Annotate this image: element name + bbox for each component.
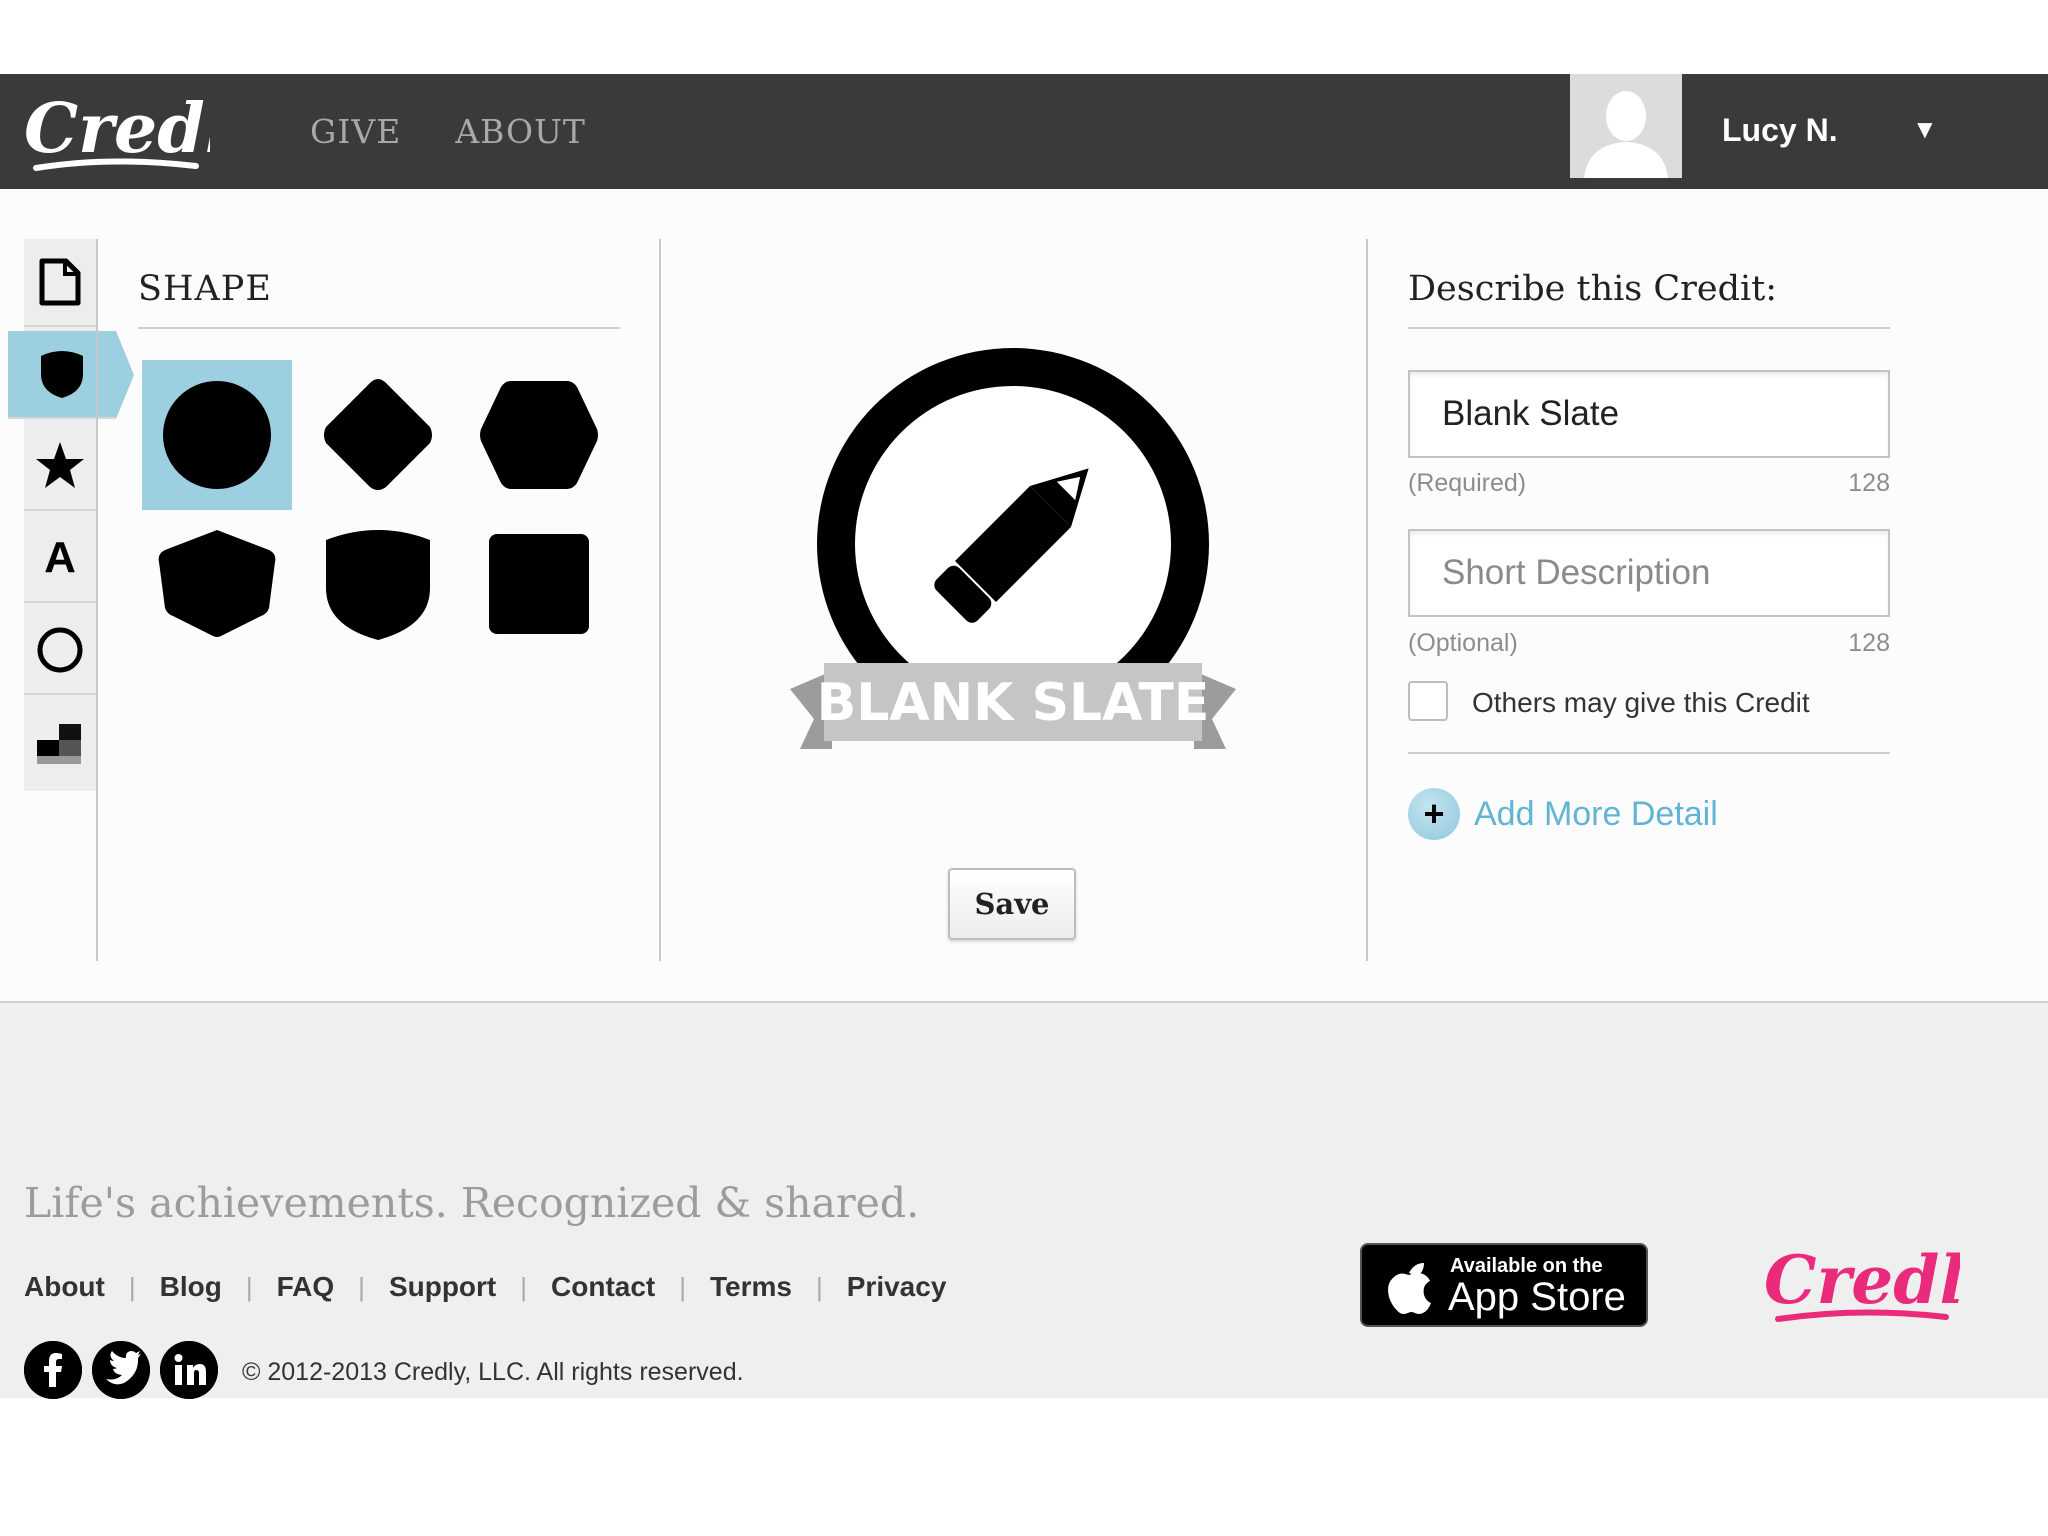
- nav-about[interactable]: ABOUT: [455, 112, 586, 151]
- tool-text[interactable]: A: [24, 515, 96, 603]
- footer-link-contact[interactable]: Contact: [551, 1271, 655, 1303]
- badge-banner-text: BLANK SLATE: [817, 673, 1210, 733]
- shape-hexagon[interactable]: [464, 360, 614, 510]
- link-separator: |: [815, 1271, 823, 1302]
- user-silhouette-icon: [1570, 74, 1682, 178]
- describe-separator: [1408, 752, 1890, 754]
- describe-panel: Describe this Credit: (Required) 128 (Op…: [1408, 269, 1890, 840]
- desc-char-count: 128: [1848, 629, 1890, 657]
- color-swatch-icon: [37, 724, 81, 764]
- badge-preview-graphic: BLANK SLATE: [790, 348, 1236, 749]
- name-required-hint: (Required): [1408, 469, 1527, 497]
- shield-shape-icon: [326, 530, 430, 640]
- footer-link-faq[interactable]: FAQ: [277, 1271, 335, 1303]
- dropdown-caret-icon[interactable]: ▼: [1912, 114, 1938, 145]
- facebook-icon[interactable]: [24, 1341, 82, 1399]
- link-separator: |: [358, 1271, 365, 1302]
- shape-pentagon[interactable]: [142, 509, 292, 659]
- toolbar-divider: [96, 239, 98, 961]
- plus-icon: +: [1408, 788, 1460, 840]
- circle-icon: [37, 627, 83, 673]
- link-separator: |: [679, 1271, 687, 1302]
- user-menu[interactable]: Lucy N. ▼: [1570, 74, 2048, 189]
- avatar[interactable]: [1570, 74, 1682, 178]
- tool-icon[interactable]: [24, 423, 96, 511]
- circle-shape-icon: [163, 381, 271, 489]
- appstore-big-text: App Store: [1448, 1275, 1626, 1319]
- text-icon: A: [44, 533, 76, 582]
- footer-link-support[interactable]: Support: [389, 1271, 496, 1303]
- badge-editor: A SHAPE BLANK SLATE Save Describe this C…: [0, 189, 2048, 1001]
- hexagon-shape-icon: [480, 381, 598, 489]
- social-links: [24, 1341, 218, 1399]
- credly-logo[interactable]: Credly: [20, 74, 210, 189]
- describe-title: Describe this Credit:: [1408, 269, 1890, 329]
- footer-link-terms[interactable]: Terms: [710, 1271, 792, 1303]
- pentagon-shape-icon: [158, 530, 276, 637]
- nav-give[interactable]: GIVE: [310, 112, 401, 151]
- name-char-count: 128: [1848, 469, 1890, 497]
- twitter-icon[interactable]: [92, 1341, 150, 1399]
- top-header: Credly GIVE ABOUT Lucy N. ▼: [0, 74, 2048, 189]
- site-footer: Life's achievements. Recognized & shared…: [0, 1001, 2048, 1399]
- others-may-give-label[interactable]: Others may give this Credit: [1472, 687, 1810, 719]
- shape-shield[interactable]: [303, 509, 453, 659]
- shape-panel: SHAPE: [138, 269, 620, 640]
- tool-template[interactable]: [24, 239, 96, 327]
- footer-tagline: Life's achievements. Recognized & shared…: [24, 1179, 920, 1227]
- credit-name-input[interactable]: [1408, 370, 1890, 458]
- user-name[interactable]: Lucy N.: [1722, 112, 1838, 149]
- short-description-input[interactable]: [1408, 529, 1890, 617]
- credly-footer-logo[interactable]: Credly: [1760, 1231, 1960, 1341]
- badge-preview: BLANK SLATE: [760, 319, 1260, 789]
- shape-circle[interactable]: [142, 360, 292, 510]
- others-may-give-checkbox[interactable]: [1408, 681, 1448, 721]
- link-separator: |: [128, 1271, 136, 1302]
- apple-icon: [1388, 1263, 1431, 1314]
- panel-divider-left: [659, 239, 661, 961]
- add-more-detail-link[interactable]: + Add More Detail: [1408, 788, 1718, 840]
- link-separator: |: [245, 1271, 253, 1302]
- add-more-detail-label[interactable]: Add More Detail: [1474, 795, 1718, 834]
- tool-shape[interactable]: [8, 331, 134, 419]
- editor-toolbar: A: [8, 239, 134, 791]
- svg-text:Credly: Credly: [24, 89, 210, 169]
- footer-link-blog[interactable]: Blog: [160, 1271, 222, 1303]
- shape-diamond[interactable]: [303, 360, 453, 510]
- link-separator: |: [520, 1271, 528, 1302]
- square-shape-icon: [489, 534, 589, 634]
- footer-link-privacy[interactable]: Privacy: [847, 1271, 947, 1303]
- shield-icon: [41, 351, 83, 398]
- panel-divider-right: [1366, 239, 1368, 961]
- star-icon: [36, 442, 84, 488]
- linkedin-icon[interactable]: [160, 1341, 218, 1399]
- app-store-badge[interactable]: Available on the App Store: [1360, 1243, 1648, 1327]
- footer-links: About | Blog | FAQ | Support | Contact |…: [24, 1271, 946, 1303]
- copyright-text: © 2012-2013 Credly, LLC. All rights rese…: [242, 1358, 744, 1386]
- page-icon: [39, 258, 81, 306]
- svg-text:Credly: Credly: [1764, 1241, 1960, 1319]
- shape-square[interactable]: [464, 509, 614, 659]
- shape-grid: [138, 329, 620, 640]
- save-button[interactable]: Save: [948, 868, 1076, 940]
- footer-link-about[interactable]: About: [24, 1271, 105, 1303]
- panel-title: SHAPE: [138, 269, 620, 329]
- name-hint-row: (Required) 128: [1408, 469, 1890, 498]
- tool-color[interactable]: [24, 699, 96, 787]
- main-nav: GIVE ABOUT: [310, 74, 586, 189]
- desc-optional-hint: (Optional): [1408, 629, 1518, 657]
- diamond-shape-icon: [324, 379, 432, 490]
- desc-hint-row: (Optional) 128: [1408, 629, 1890, 658]
- tool-border[interactable]: [24, 607, 96, 695]
